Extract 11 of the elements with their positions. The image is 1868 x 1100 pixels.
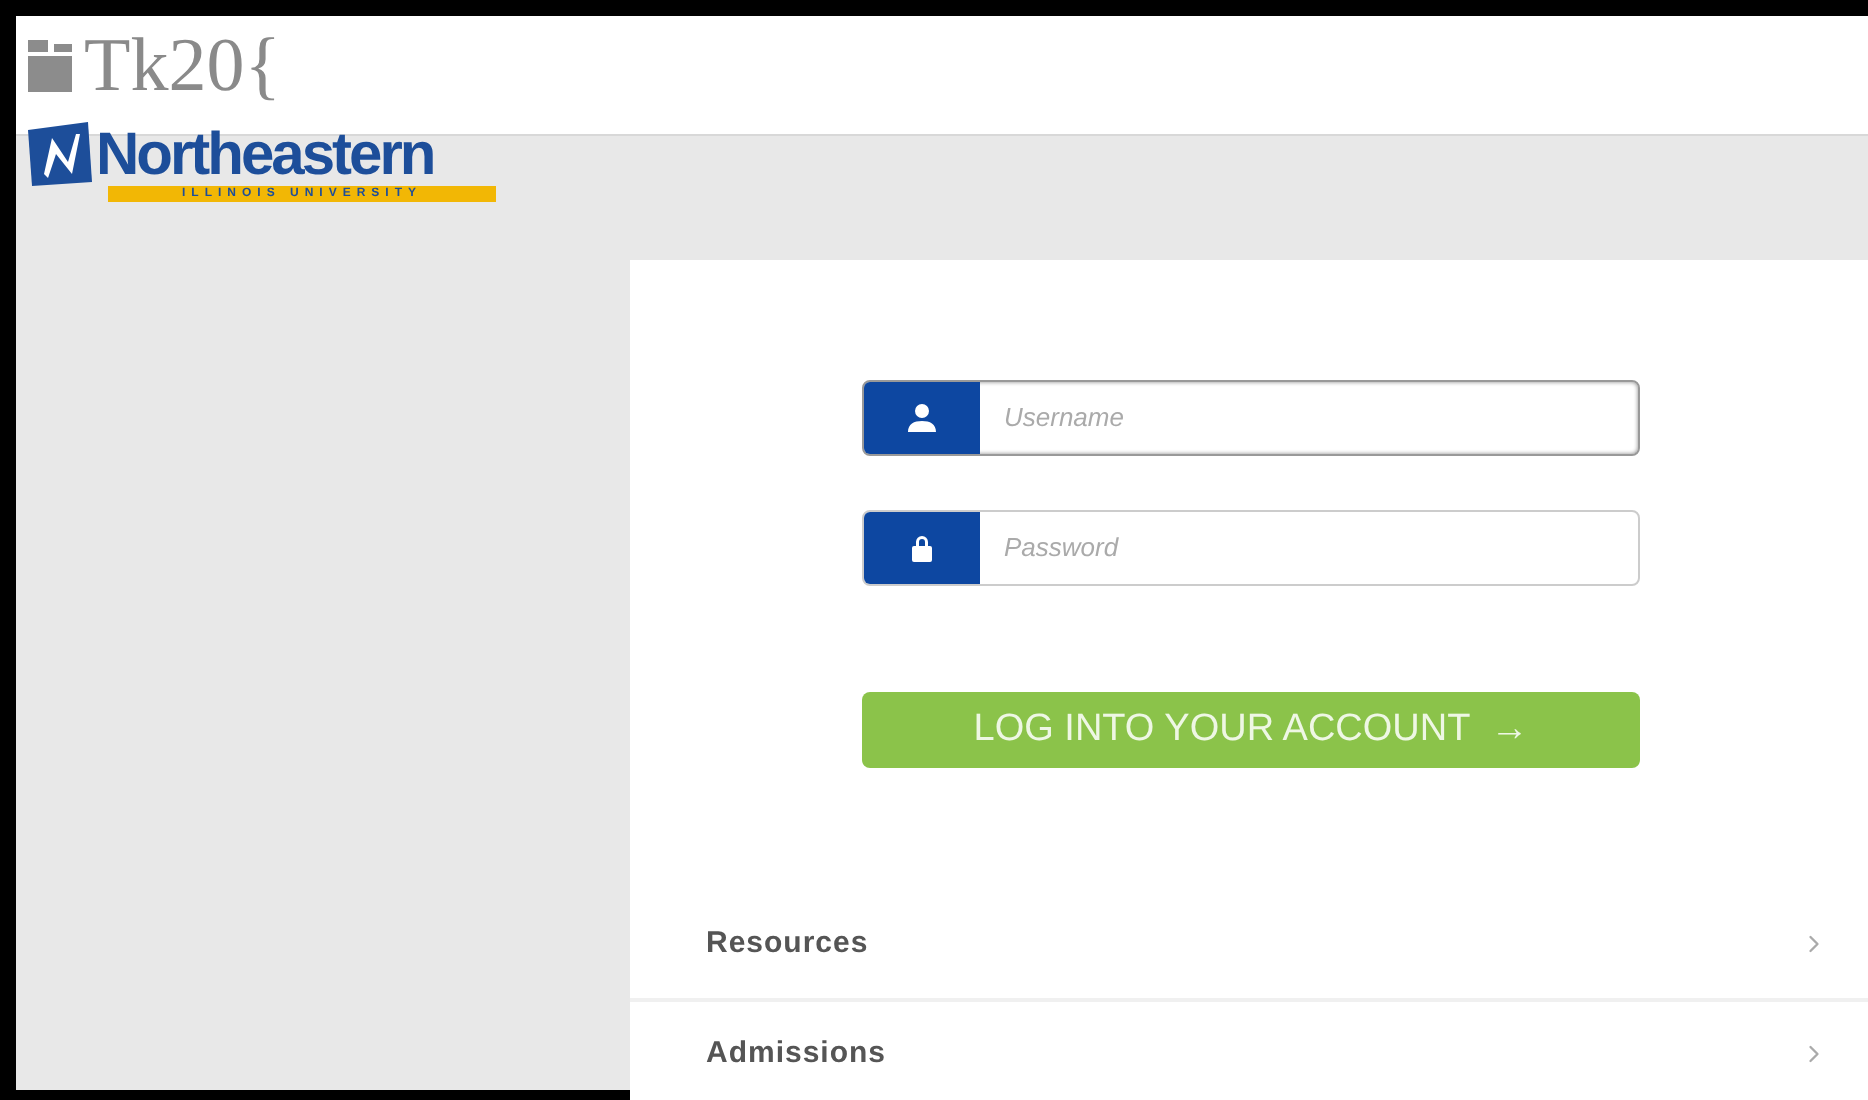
password-input[interactable]: Password xyxy=(980,512,1638,584)
university-name: Northeastern xyxy=(96,126,434,186)
username-input[interactable]: Username xyxy=(980,382,1638,454)
user-icon xyxy=(906,402,938,434)
product-logo: Tk20{ xyxy=(84,24,281,108)
lock-icon xyxy=(910,534,934,562)
menu-link[interactable]: Admissions xyxy=(630,998,1868,1100)
menu-link[interactable]: Resources xyxy=(630,890,1868,998)
tk20-logo-icon xyxy=(28,40,76,92)
username-field[interactable]: Username xyxy=(862,380,1640,456)
password-field[interactable]: Password xyxy=(862,510,1640,586)
